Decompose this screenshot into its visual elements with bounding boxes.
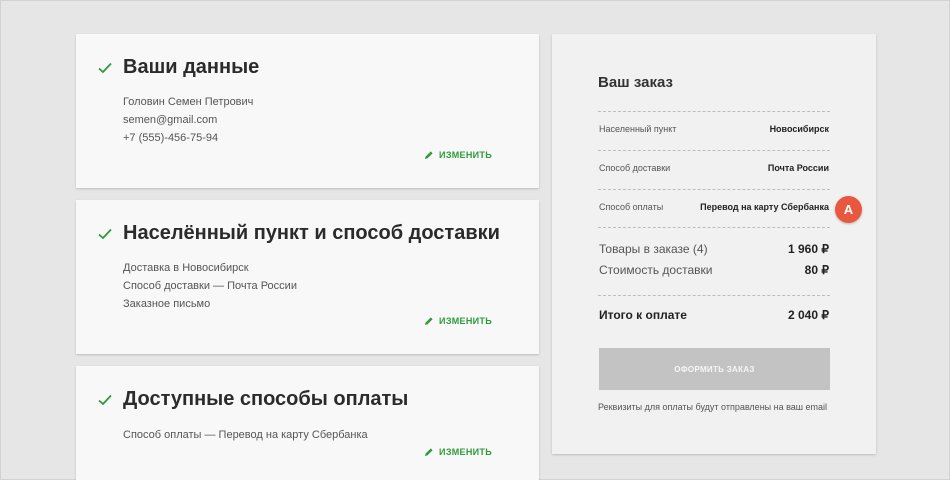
- section-title: Населённый пункт и способ доставки: [123, 222, 500, 244]
- section-lines: Головин Семен Петрович semen@gmail.com +…: [123, 93, 253, 147]
- total-label: Итого к оплате: [599, 308, 687, 322]
- section-payment: Доступные способы оплаты Способ оплаты —…: [76, 366, 539, 480]
- section-lines: Доставка в Новосибирск Способ доставки —…: [123, 259, 297, 313]
- check-icon: [98, 394, 112, 406]
- order-detail-payment: Способ оплаты Перевод на карту Сбербанка: [599, 202, 829, 212]
- divider: [598, 189, 830, 190]
- delivery-cost-row: Стоимость доставки 80 ₽: [599, 263, 829, 277]
- customer-phone: +7 (555)-456-75-94: [123, 132, 219, 144]
- order-detail-city: Населенный пункт Новосибирск: [599, 124, 829, 134]
- payment-note: Реквизиты для оплаты будут отправлены на…: [598, 402, 828, 412]
- edit-label: ИЗМЕНИТЬ: [439, 316, 492, 326]
- detail-value: Перевод на карту Сбербанка: [700, 202, 829, 212]
- section-personal-data: Ваши данные Головин Семен Петрович semen…: [76, 34, 539, 188]
- order-summary: Ваш заказ Населенный пункт Новосибирск С…: [552, 34, 876, 454]
- total-value: 2 040 ₽: [788, 308, 829, 322]
- check-icon: [98, 62, 112, 74]
- items-value: 1 960 ₽: [788, 242, 829, 256]
- order-title: Ваш заказ: [598, 74, 673, 91]
- divider: [598, 227, 830, 228]
- section-title: Ваши данные: [123, 56, 260, 78]
- delivery-city: Доставка в Новосибирск: [123, 262, 249, 274]
- check-icon: [98, 228, 112, 240]
- customer-email: semen@gmail.com: [123, 114, 218, 126]
- edit-personal-data-button[interactable]: ИЗМЕНИТЬ: [424, 150, 492, 160]
- section-title: Доступные способы оплаты: [123, 388, 409, 410]
- detail-label: Способ оплаты: [599, 202, 664, 212]
- customer-name: Головин Семен Петрович: [123, 96, 254, 108]
- delivery-method: Способ доставки — Почта России: [123, 280, 297, 292]
- order-total-row: Итого к оплате 2 040 ₽: [599, 308, 829, 322]
- edit-payment-button[interactable]: ИЗМЕНИТЬ: [424, 447, 492, 457]
- divider: [598, 295, 830, 296]
- order-detail-delivery: Способ доставки Почта России: [599, 163, 829, 173]
- edit-delivery-button[interactable]: ИЗМЕНИТЬ: [424, 316, 492, 326]
- delivery-type: Заказное письмо: [123, 298, 211, 310]
- delivery-cost-value: 80 ₽: [804, 263, 829, 277]
- payment-method: Способ оплаты — Перевод на карту Сбербан…: [123, 429, 368, 441]
- place-order-button[interactable]: ОФОРМИТЬ ЗАКАЗ: [599, 348, 830, 390]
- delivery-cost-label: Стоимость доставки: [599, 263, 713, 277]
- detail-value: Почта России: [767, 163, 829, 173]
- annotation-marker: A: [835, 196, 862, 223]
- divider: [598, 150, 830, 151]
- detail-label: Способ доставки: [599, 163, 671, 173]
- divider: [598, 111, 830, 112]
- pencil-icon: [425, 448, 433, 456]
- items-label: Товары в заказе (4): [599, 242, 708, 256]
- detail-label: Населенный пункт: [599, 124, 677, 134]
- edit-label: ИЗМЕНИТЬ: [439, 150, 492, 160]
- pencil-icon: [425, 317, 433, 325]
- section-delivery: Населённый пункт и способ доставки Доста…: [76, 200, 539, 354]
- order-items-row: Товары в заказе (4) 1 960 ₽: [599, 242, 829, 256]
- detail-value: Новосибирск: [769, 124, 829, 134]
- section-lines: Способ оплаты — Перевод на карту Сбербан…: [123, 426, 368, 444]
- pencil-icon: [425, 151, 433, 159]
- edit-label: ИЗМЕНИТЬ: [439, 447, 492, 457]
